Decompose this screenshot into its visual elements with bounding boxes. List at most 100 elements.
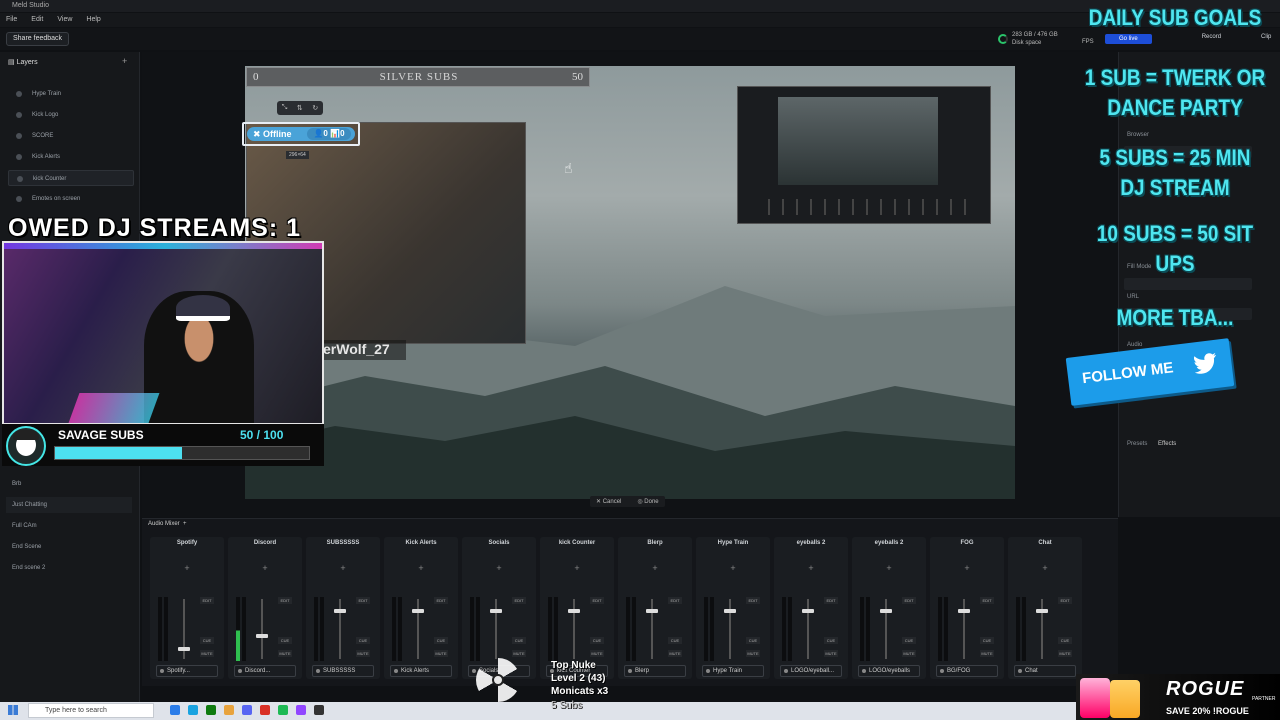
cue-button[interactable]: CUE: [824, 637, 838, 644]
channel-source[interactable]: Hype Train: [702, 665, 764, 677]
edit-button[interactable]: EDIT: [746, 597, 760, 604]
flip-icon[interactable]: ⇅: [297, 104, 303, 112]
presets-tab[interactable]: Presets: [1127, 441, 1147, 447]
edit-button[interactable]: EDIT: [434, 597, 448, 604]
channel-name[interactable]: Hype Train: [696, 540, 770, 546]
add-filter-icon[interactable]: +: [1008, 563, 1082, 573]
edit-button[interactable]: EDIT: [200, 597, 214, 604]
cue-button[interactable]: CUE: [356, 637, 370, 644]
taskbar-app-icon[interactable]: [278, 705, 288, 715]
scene-item[interactable]: End scene 2: [12, 565, 45, 571]
mute-button[interactable]: MUTE: [668, 650, 682, 657]
channel-name[interactable]: Socials: [462, 540, 536, 546]
layer-item[interactable]: SCORE: [8, 128, 134, 144]
edit-button[interactable]: EDIT: [902, 597, 916, 604]
go-live-button[interactable]: Go live: [1105, 34, 1152, 44]
edit-button[interactable]: EDIT: [590, 597, 604, 604]
layer-item-selected[interactable]: kick Counter: [8, 170, 134, 186]
taskbar-app-icon[interactable]: [260, 705, 270, 715]
rotate-icon[interactable]: ↻: [312, 104, 318, 112]
volume-fader[interactable]: [1036, 609, 1048, 614]
add-filter-icon[interactable]: +: [930, 563, 1004, 573]
edit-button[interactable]: EDIT: [980, 597, 994, 604]
taskbar-app-icon[interactable]: [188, 705, 198, 715]
add-filter-icon[interactable]: +: [462, 563, 536, 573]
taskbar-app-icon[interactable]: [206, 705, 216, 715]
volume-fader[interactable]: [490, 609, 502, 614]
menu-help[interactable]: Help: [86, 13, 100, 27]
taskbar-app-icon[interactable]: [224, 705, 234, 715]
taskbar-search[interactable]: Type here to search: [28, 703, 154, 718]
done-button[interactable]: ◎ Done: [637, 498, 658, 505]
mute-button[interactable]: MUTE: [590, 650, 604, 657]
volume-fader[interactable]: [724, 609, 736, 614]
volume-fader[interactable]: [958, 609, 970, 614]
cue-button[interactable]: CUE: [512, 637, 526, 644]
add-filter-icon[interactable]: +: [150, 563, 224, 573]
channel-source[interactable]: Chat: [1014, 665, 1076, 677]
channel-source[interactable]: LOGO/eyeballs: [858, 665, 920, 677]
fill-mode-select[interactable]: [1124, 278, 1252, 290]
channel-name[interactable]: Discord: [228, 540, 302, 546]
edit-button[interactable]: EDIT: [1058, 597, 1072, 604]
mute-button[interactable]: MUTE: [356, 650, 370, 657]
scene-item[interactable]: Brb: [12, 481, 21, 487]
scene-item[interactable]: Full CAm: [12, 523, 37, 529]
volume-fader[interactable]: [412, 609, 424, 614]
taskbar-app-icon[interactable]: [242, 705, 252, 715]
share-feedback-button[interactable]: Share feedback: [6, 32, 70, 46]
layer-mini-toolbar[interactable]: ⤡ ⇅ ↻: [277, 101, 323, 115]
add-filter-icon[interactable]: +: [774, 563, 848, 573]
mute-button[interactable]: MUTE: [980, 650, 994, 657]
channel-name[interactable]: Spotify: [150, 540, 224, 546]
cue-button[interactable]: CUE: [1058, 637, 1072, 644]
channel-source[interactable]: Blerp: [624, 665, 686, 677]
edit-button[interactable]: EDIT: [356, 597, 370, 604]
menu-file[interactable]: File: [6, 13, 17, 27]
add-filter-icon[interactable]: +: [384, 563, 458, 573]
nested-preview[interactable]: [737, 86, 991, 224]
scene-item-selected[interactable]: Just Chatting: [6, 497, 132, 513]
add-filter-icon[interactable]: +: [852, 563, 926, 573]
cue-button[interactable]: CUE: [278, 637, 292, 644]
channel-source[interactable]: Discord...: [234, 665, 296, 677]
mute-button[interactable]: MUTE: [512, 650, 526, 657]
cue-button[interactable]: CUE: [668, 637, 682, 644]
channel-name[interactable]: Kick Alerts: [384, 540, 458, 546]
mute-button[interactable]: MUTE: [434, 650, 448, 657]
edit-button[interactable]: EDIT: [668, 597, 682, 604]
cue-button[interactable]: CUE: [746, 637, 760, 644]
clip-button[interactable]: Clip: [1261, 34, 1271, 44]
mute-button[interactable]: MUTE: [1058, 650, 1072, 657]
cue-button[interactable]: CUE: [980, 637, 994, 644]
volume-fader[interactable]: [646, 609, 658, 614]
edit-button[interactable]: EDIT: [824, 597, 838, 604]
channel-source[interactable]: SUBSSSSS: [312, 665, 374, 677]
taskbar-app-icon[interactable]: [314, 705, 324, 715]
channel-name[interactable]: FOG: [930, 540, 1004, 546]
volume-fader[interactable]: [568, 609, 580, 614]
cue-button[interactable]: CUE: [434, 637, 448, 644]
taskbar-app-icon[interactable]: [170, 705, 180, 715]
channel-source[interactable]: Spotify...: [156, 665, 218, 677]
cue-button[interactable]: CUE: [902, 637, 916, 644]
volume-fader[interactable]: [802, 609, 814, 614]
mute-button[interactable]: MUTE: [824, 650, 838, 657]
channel-name[interactable]: kick Counter: [540, 540, 614, 546]
channel-name[interactable]: Blerp: [618, 540, 692, 546]
volume-fader[interactable]: [334, 609, 346, 614]
scene-item[interactable]: End Scene: [12, 544, 41, 550]
edit-button[interactable]: EDIT: [278, 597, 292, 604]
layer-item[interactable]: Kick Logo: [8, 107, 134, 123]
channel-name[interactable]: SUBSSSSS: [306, 540, 380, 546]
silver-subs-bar[interactable]: 0 SILVER SUBS 50: [246, 67, 590, 87]
cue-button[interactable]: CUE: [590, 637, 604, 644]
add-filter-icon[interactable]: +: [228, 563, 302, 573]
volume-fader[interactable]: [178, 647, 190, 652]
record-button[interactable]: Record: [1202, 34, 1221, 44]
add-filter-icon[interactable]: +: [540, 563, 614, 573]
layer-item[interactable]: Kick Alerts: [8, 149, 134, 165]
add-filter-icon[interactable]: +: [306, 563, 380, 573]
channel-name[interactable]: Chat: [1008, 540, 1082, 546]
cue-button[interactable]: CUE: [200, 637, 214, 644]
